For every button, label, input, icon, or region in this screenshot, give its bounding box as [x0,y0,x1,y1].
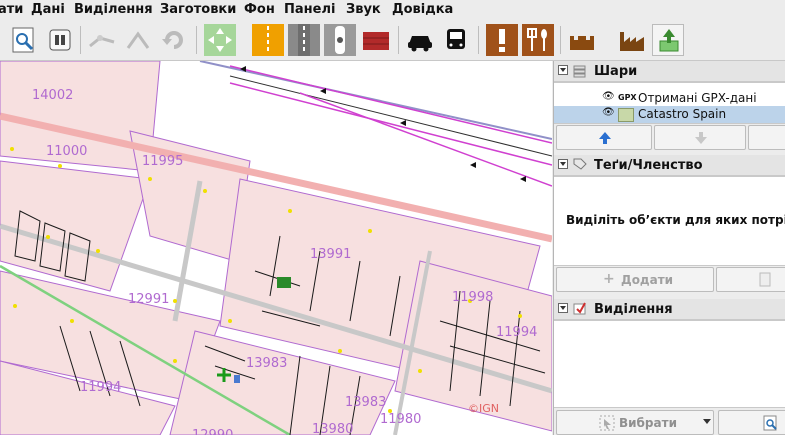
menu-sound[interactable]: Звук [346,2,381,17]
zoom-selection-icon [763,415,777,431]
select-button-label: Вибрати [619,416,677,430]
eye-icon[interactable]: 👁 [602,91,615,102]
layer-name: Отримані GPX-дані [638,91,757,105]
selection-panel-title: Виділення [594,302,673,317]
layer-row-selected[interactable]: 👁 Catastro Spain [554,106,785,123]
toolbar-separator [560,26,561,54]
layer-action-button[interactable] [748,125,785,150]
tags-panel-title: Теґи/Членство [594,158,703,173]
collapse-toggle-icon[interactable] [558,303,568,313]
layers-icon [573,65,586,78]
map-view[interactable]: 14002 11000 11995 13991 12991 11998 1199… [0,61,552,435]
map-label: 11994 [496,325,537,340]
plus-icon: + [603,271,615,287]
menu-data[interactable]: Дані [31,2,65,17]
zoom-to-selection-button[interactable] [718,410,785,435]
bus-icon[interactable] [440,24,472,56]
warning-icon[interactable] [486,24,518,56]
map-label: 11995 [142,154,183,169]
toolbar [0,20,785,61]
wall-icon[interactable] [360,24,392,56]
map-label: 13980 [312,422,353,435]
factory-icon[interactable] [616,24,648,56]
arrow-up-icon [599,132,611,144]
map-label: 11994 [80,380,121,395]
split-way-icon[interactable] [86,24,118,56]
cursor-select-icon [599,415,615,431]
toolbar-separator [196,26,197,54]
selection-list[interactable] [554,320,785,408]
arrow-down-icon [695,132,707,144]
collapse-toggle-icon[interactable] [558,65,568,75]
layer-name: Catastro Spain [638,107,727,121]
map-label: 11000 [46,144,87,159]
dropdown-arrow-icon[interactable] [703,419,711,424]
tag-icon [573,158,587,170]
selection-panel-header[interactable]: Виділення [554,299,785,320]
map-canvas[interactable]: 14002 11000 11995 13991 12991 11998 1199… [0,61,552,435]
layer-row[interactable]: 👁 GPX Отримані GPX-дані [554,90,785,106]
combine-way-icon[interactable] [122,24,154,56]
menu-help[interactable]: Довідка [392,2,453,17]
menu-background[interactable]: Фон [244,2,275,17]
path-icon[interactable] [324,24,356,56]
map-label: 12991 [128,292,169,307]
catastro-layer-icon [618,108,634,122]
map-fit-icon[interactable] [204,24,236,56]
select-button[interactable]: Вибрати [556,410,714,435]
add-tag-label: Додати [621,273,674,287]
tags-panel-header[interactable]: Теґи/Членство [554,155,785,176]
refresh-icon[interactable] [158,24,190,56]
menu-bar: ати Дані Виділення Заготовки Фон Панелі … [0,0,785,21]
layers-list[interactable]: 👁 GPX Отримані GPX-дані 👁 Catastro Spain [554,82,785,124]
map-label: 11998 [452,290,493,305]
download-icon[interactable] [44,24,76,56]
gpx-badge: GPX [618,93,637,102]
menu-panels[interactable]: Панелі [284,2,335,17]
map-watermark: ©IGN [468,402,499,415]
layers-panel-header[interactable]: Шари [554,61,785,82]
castle-icon[interactable] [566,24,598,56]
upload-icon[interactable] [652,24,684,56]
poi-marker-icon[interactable] [277,277,291,288]
menu-presets[interactable]: Заготовки [160,2,236,17]
road-yellow-icon[interactable] [252,24,284,56]
tags-empty-message: Виділіть об’єкти для яких потрі [566,213,785,227]
move-down-button[interactable] [654,125,746,150]
side-panel: Шари 👁 GPX Отримані GPX-дані 👁 Catastro … [553,61,785,435]
eye-icon[interactable]: 👁 [602,107,615,118]
map-label: 14002 [32,88,73,103]
zoom-icon[interactable] [8,24,40,56]
toolbar-separator [398,26,399,54]
collapse-toggle-icon[interactable] [558,159,568,169]
document-icon [759,272,771,287]
move-up-button[interactable] [556,125,652,150]
road-grey-icon[interactable] [288,24,320,56]
selection-icon [573,302,586,315]
map-label: 13991 [310,247,351,262]
map-label: 13983 [345,395,386,410]
menu-file[interactable]: ати [0,2,23,17]
menu-selection[interactable]: Виділення [74,2,153,17]
restaurant-icon[interactable] [522,24,554,56]
tags-content: Виділіть об’єкти для яких потрі [554,176,785,266]
car-icon[interactable] [404,24,436,56]
map-label: 11980 [380,412,421,427]
poi-small-icon[interactable] [234,375,240,383]
layers-panel-title: Шари [594,64,638,79]
toolbar-separator [478,26,479,54]
toolbar-separator [80,26,81,54]
map-label: 12990 [192,428,233,435]
edit-tag-button[interactable] [716,267,785,292]
add-tag-button[interactable]: + Додати [556,267,714,292]
map-label: 13983 [246,356,287,371]
